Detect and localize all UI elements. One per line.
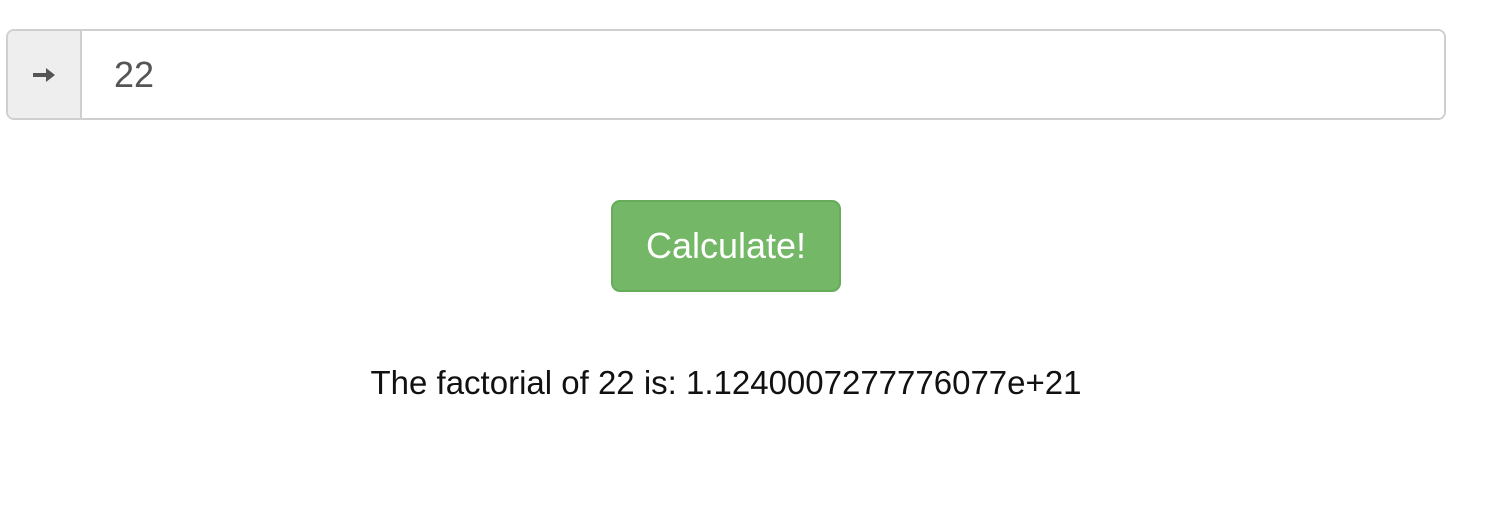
result-text: The factorial of 22 is: 1.12400072777760… (370, 364, 1082, 401)
arrow-right-icon (31, 63, 57, 87)
number-input-group (6, 29, 1446, 120)
input-addon (8, 31, 82, 118)
calculate-button[interactable]: Calculate! (611, 200, 841, 292)
number-input[interactable] (82, 31, 1444, 118)
factorial-calculator: Calculate! The factorial of 22 is: 1.124… (0, 0, 1508, 516)
